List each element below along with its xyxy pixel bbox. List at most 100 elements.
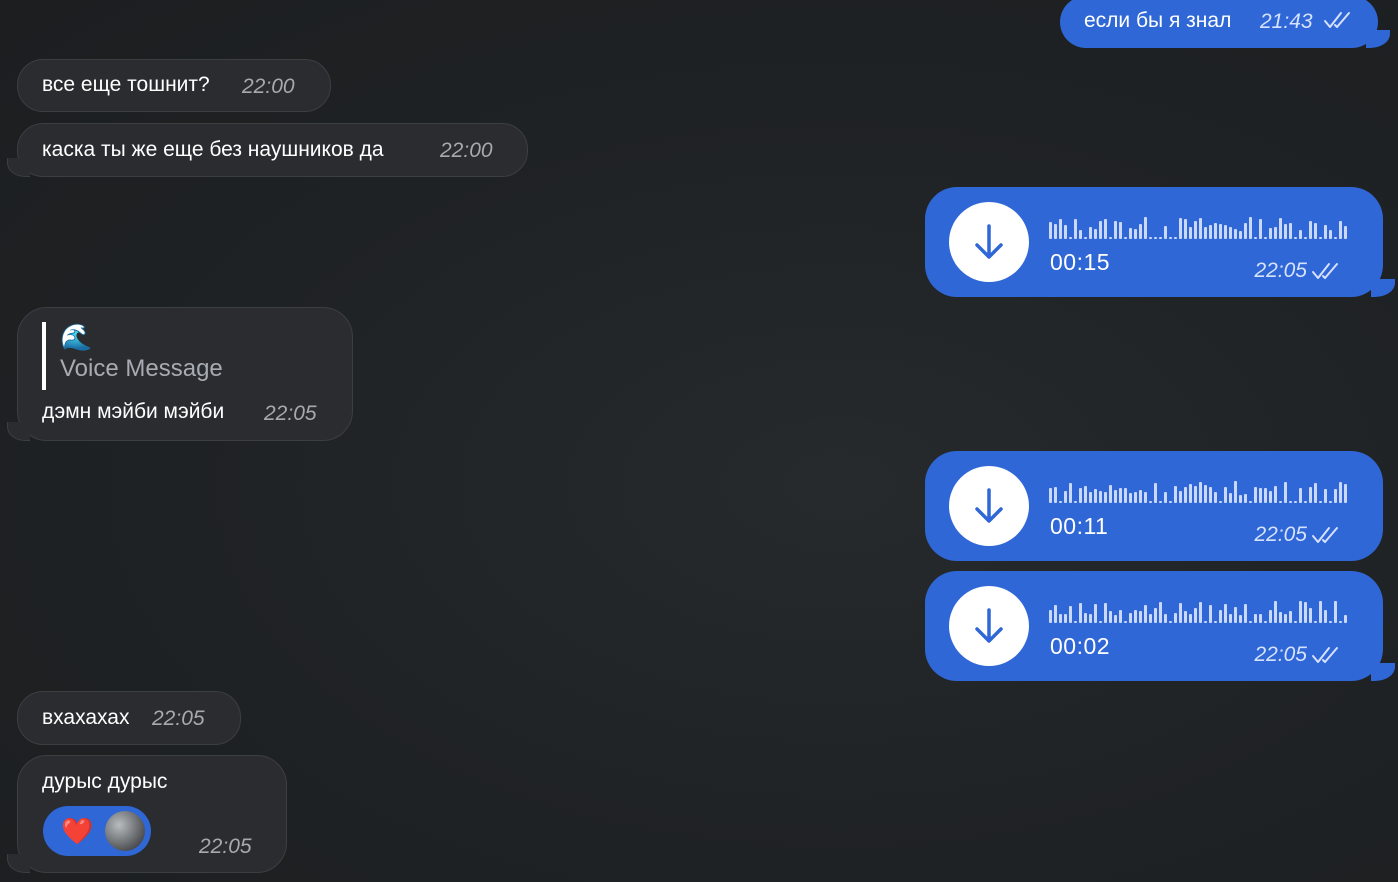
waveform-bar (1159, 602, 1162, 623)
waveform-bar (1109, 485, 1112, 503)
waveform-bar (1074, 219, 1077, 239)
message-incoming[interactable]: каска ты же еще без наушников да 22:00 (7, 123, 528, 177)
waveform-bar (1274, 601, 1277, 623)
waveform-bar (1204, 227, 1207, 239)
voice-message[interactable]: 00:15 22:05 (925, 187, 1395, 297)
waveform-bar (1329, 501, 1332, 503)
voice-message[interactable]: 00:02 22:05 (925, 571, 1395, 681)
double-check-icon (1312, 527, 1338, 543)
download-button[interactable] (949, 202, 1029, 282)
waveform-bar (1149, 614, 1152, 623)
waveform-bar (1109, 611, 1112, 623)
waveform-bar (1334, 489, 1337, 503)
waveform-bar (1219, 610, 1222, 623)
waveform-bar (1119, 488, 1122, 503)
waveform-bar (1264, 488, 1267, 503)
waveform-bar (1154, 608, 1157, 623)
waveform-bar (1154, 237, 1157, 239)
waveform-bar (1299, 488, 1302, 503)
waveform-bar (1164, 492, 1167, 503)
waveform-bar (1279, 501, 1282, 503)
waveform-bar (1144, 605, 1147, 623)
waveform-bar (1249, 621, 1252, 623)
waveform-bar (1189, 614, 1192, 623)
waveform-bar (1229, 614, 1232, 623)
waveform-bar (1099, 491, 1102, 503)
waveform-bar (1049, 610, 1052, 623)
waveform-bar (1309, 221, 1312, 239)
waveform-bar (1199, 218, 1202, 239)
waveform-bar (1204, 485, 1207, 503)
message-outgoing[interactable]: если бы я знал 21:43 (1060, 0, 1390, 48)
waveform-bar (1259, 488, 1262, 503)
reaction-pill[interactable]: ❤️ (43, 806, 151, 856)
double-check-icon (1312, 647, 1338, 663)
waveform-bar (1184, 611, 1187, 623)
waveform-bar (1209, 225, 1212, 239)
waveform-bar (1284, 224, 1287, 239)
waveform-bar (1164, 614, 1167, 623)
message-incoming[interactable]: дурыс дурыс ❤️ 22:05 (7, 755, 287, 873)
waveform-bar (1134, 229, 1137, 239)
waveform-bar (1344, 226, 1347, 239)
waveform-bar (1219, 501, 1222, 503)
waveform-bar (1214, 621, 1217, 623)
voice-message[interactable]: 00:11 22:05 (925, 451, 1383, 561)
waveform-bar (1234, 607, 1237, 623)
waveform-bar (1149, 501, 1152, 503)
waveform-bar (1049, 222, 1052, 239)
waveform[interactable] (1049, 599, 1349, 623)
waveform-bar (1269, 228, 1272, 239)
waveform-bar (1129, 493, 1132, 503)
reply-quote[interactable]: 🌊 Voice Message (42, 322, 223, 390)
quote-text: Voice Message (60, 355, 223, 382)
waveform[interactable] (1049, 215, 1349, 239)
arrow-down-icon (975, 608, 1003, 643)
waveform-bar (1109, 237, 1112, 239)
message-time: 22:00 (242, 75, 295, 98)
waveform-bar (1159, 237, 1162, 239)
message-incoming[interactable]: все еще тошнит? 22:00 (17, 59, 331, 112)
waveform-bar (1304, 237, 1307, 239)
waveform-bar (1334, 601, 1337, 623)
waveform-bar (1254, 614, 1257, 623)
waveform-bar (1339, 221, 1342, 239)
waveform-bar (1224, 604, 1227, 623)
waveform-bar (1244, 223, 1247, 239)
waveform-bar (1264, 237, 1267, 239)
waveform-bar (1139, 490, 1142, 503)
message-incoming[interactable]: 🌊 Voice Message дэмн мэйби мэйби 22:05 (7, 307, 353, 441)
waveform-bar (1264, 621, 1267, 623)
waveform-bar (1079, 603, 1082, 623)
download-button[interactable] (949, 466, 1029, 546)
arrow-down-icon (975, 488, 1003, 523)
download-button[interactable] (949, 586, 1029, 666)
waveform-bar (1219, 224, 1222, 239)
waveform-bar (1254, 237, 1257, 239)
waveform-bar (1179, 491, 1182, 503)
waveform-bar (1239, 615, 1242, 623)
bubble-tail (7, 158, 30, 177)
waveform-bar (1064, 491, 1067, 503)
waveform-bar (1324, 610, 1327, 623)
arrow-down-icon (975, 224, 1003, 259)
waveform-bar (1314, 223, 1317, 239)
waveform[interactable] (1049, 479, 1349, 503)
waveform-bar (1089, 227, 1092, 239)
waveform-bar (1074, 501, 1077, 503)
waveform-bar (1309, 487, 1312, 503)
reactor-avatar[interactable] (105, 811, 145, 851)
waveform-bar (1299, 601, 1302, 623)
waveform-bar (1114, 490, 1117, 503)
waveform-bar (1124, 621, 1127, 623)
message-incoming[interactable]: вхахахах 22:05 (17, 691, 241, 745)
waveform-bar (1059, 219, 1062, 239)
waveform-bar (1179, 218, 1182, 239)
waveform-bar (1124, 488, 1127, 503)
waveform-bar (1239, 231, 1242, 239)
waveform-bar (1224, 487, 1227, 503)
waveform-bar (1169, 501, 1172, 503)
waveform-bar (1134, 492, 1137, 503)
waveform-bar (1139, 611, 1142, 623)
waveform-bar (1274, 486, 1277, 503)
